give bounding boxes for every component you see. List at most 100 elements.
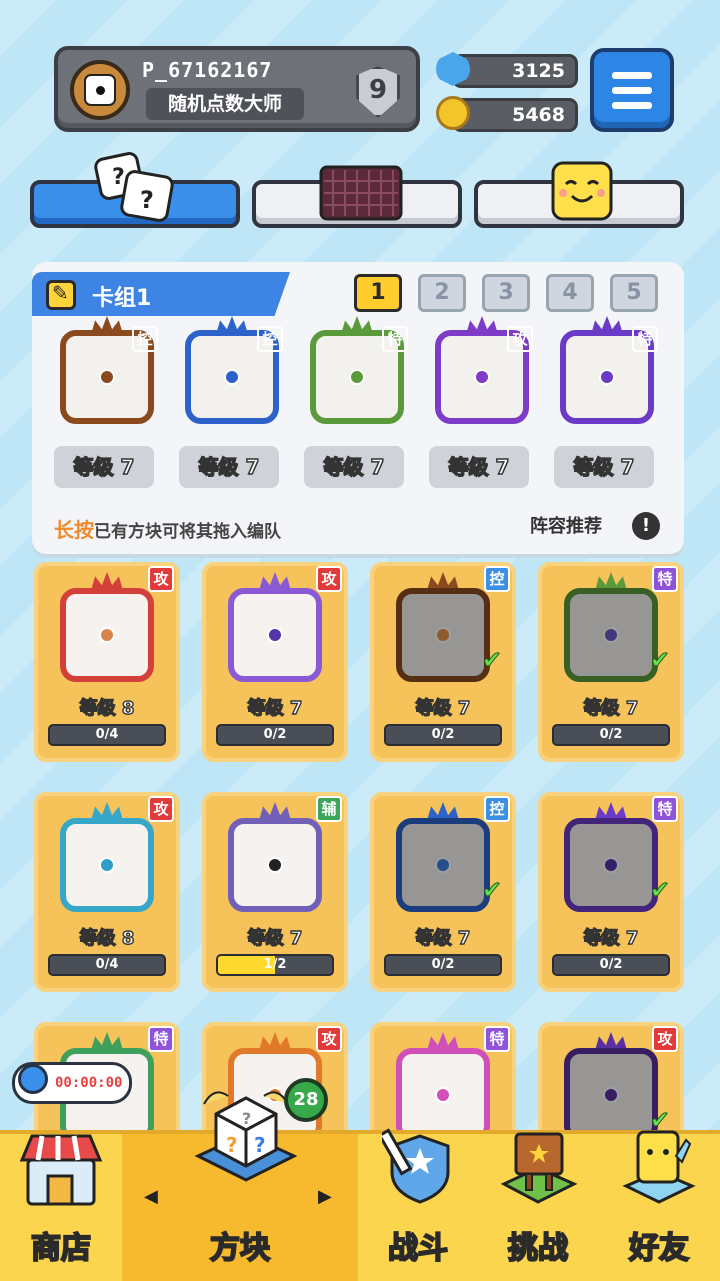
pip-icon [603,857,619,873]
deck-slot[interactable]: 特 [552,316,664,424]
pip-icon [99,857,115,873]
deck-slot-level: 等级 7 [429,446,529,488]
progress-text: 1/2 [263,957,287,972]
nav-battle-label: 战斗 [387,1230,449,1267]
player-title: 随机点数大师 [146,88,304,120]
deck-tab-3[interactable]: 3 [482,274,530,312]
upgrade-progress-bar: 0/4 [48,724,166,746]
upgrade-progress-bar: 1/2 [216,954,334,976]
deck-tab-1[interactable]: 1 [354,274,402,312]
progress-text: 0/2 [431,957,455,972]
card-type-tag: 攻 [316,1026,342,1052]
deck-title-bar[interactable]: 卡组1 [32,272,290,316]
deck-slot-level: 等级 7 [554,446,654,488]
rank-number: 9 [368,75,388,105]
player-name: P_67162167 [142,58,273,82]
friend-block-icon [622,1130,696,1204]
card-type-tag: 控 [257,326,283,352]
card-art [560,572,662,682]
pip-icon [267,857,283,873]
card-type-tag: 控 [132,326,158,352]
card-level: 等级 7 [415,927,471,949]
lineup-recommend-button[interactable]: 阵容推荐 [530,512,602,538]
upgrade-progress-bar: 0/4 [48,954,166,976]
rank-badge[interactable]: 9 [348,60,408,122]
deck-slot[interactable]: 控 [52,316,164,424]
block-card[interactable]: 攻等级 8 0/4 [34,562,180,762]
menu-button[interactable] [590,48,674,132]
pip-icon [599,369,615,385]
deck-slot[interactable]: 控 [177,316,289,424]
block-card[interactable]: 辅等级 7 1/2 [202,792,348,992]
block-card-frame [564,818,658,912]
card-type-tag: 辅 [316,796,342,822]
check-icon: ✔ [481,646,502,675]
card-art [560,1032,662,1142]
info-icon[interactable]: ! [632,512,660,540]
nav-friends-label: 好友 [628,1230,690,1267]
block-card-frame [564,588,658,682]
arrow-left-icon[interactable]: ◀ [144,1186,158,1207]
progress-text: 0/2 [431,727,455,742]
progress-text: 0/2 [599,727,623,742]
nav-friends[interactable]: 好友 [598,1130,720,1281]
block-card[interactable]: 控 ✔ 等级 7 0/2 [370,562,516,762]
sword-shield-icon [382,1128,450,1204]
svg-text:?: ? [242,1109,251,1128]
nav-shop-label: 商店 [30,1230,92,1267]
deck-slot-level: 等级 7 [179,446,279,488]
card-type-tag: 控 [484,796,510,822]
pip-icon [99,627,115,643]
arrow-right-icon[interactable]: ▶ [318,1186,332,1207]
nav-battle[interactable]: 战斗 [358,1128,478,1281]
card-type-tag: 控 [484,566,510,592]
card-type-tag: 攻 [507,326,533,352]
signboard-icon [500,1132,578,1204]
deck-tab-2[interactable]: 2 [418,274,466,312]
deck-tab-5[interactable]: 5 [610,274,658,312]
block-card-frame [60,818,154,912]
block-card[interactable]: 攻等级 8 0/4 [34,792,180,992]
pip-icon [99,369,115,385]
player-profile-card[interactable]: P_67162167 随机点数大师 9 [54,46,420,132]
check-icon: ✔ [649,646,670,675]
deck-slot[interactable]: 特 [302,316,414,424]
upgrade-progress-bar: 0/2 [384,954,502,976]
edit-pencil-icon[interactable] [46,280,76,310]
card-level: 等级 7 [247,697,303,719]
progress-text: 0/4 [95,957,119,972]
bottom-nav: 商店 ◀ ▶ 方块 战斗 挑战 好友 [0,1128,720,1281]
avatar[interactable] [70,60,130,120]
block-card[interactable]: 特 ✔ 等级 7 0/2 [538,562,684,762]
pip-icon [435,857,451,873]
progress-text: 0/4 [95,727,119,742]
pip-icon [224,369,240,385]
tab-emoji[interactable] [474,161,684,228]
block-card[interactable]: 特 ✔ 等级 7 0/2 [538,792,684,992]
progress-text: 0/2 [599,957,623,972]
tab-dice[interactable]: ? ? [30,152,240,228]
deck-slot[interactable]: 攻 [427,316,539,424]
stopwatch-icon [18,1064,48,1094]
pip-icon [603,1087,619,1103]
deck-tab-4[interactable]: 4 [546,274,594,312]
card-art [392,572,494,682]
block-card[interactable]: 控 ✔ 等级 7 0/2 [370,792,516,992]
block-card-frame [396,588,490,682]
block-card[interactable]: 攻等级 7 0/2 [202,562,348,762]
nav-challenge[interactable]: 挑战 [478,1132,598,1281]
gem-counter[interactable]: 3125 [452,54,578,88]
deck-panel: 卡组1 1 2 3 4 5 控等级 7控等级 7特等级 7攻等级 7特等级 7 … [32,262,684,554]
svg-text:?: ? [112,165,125,190]
tab-board[interactable] [252,165,462,228]
card-type-tag: 特 [652,566,678,592]
card-art [560,802,662,912]
svg-text:?: ? [140,186,154,214]
nav-shop[interactable]: 商店 [0,1134,122,1281]
pip-icon [603,627,619,643]
upgrade-progress-bar: 0/2 [384,724,502,746]
nav-challenge-label: 挑战 [507,1230,569,1267]
card-type-tag: 特 [148,1026,174,1052]
coin-counter[interactable]: 5468 [452,98,578,132]
drag-hint: 长按已有方块可将其拖入编队 [54,514,281,543]
